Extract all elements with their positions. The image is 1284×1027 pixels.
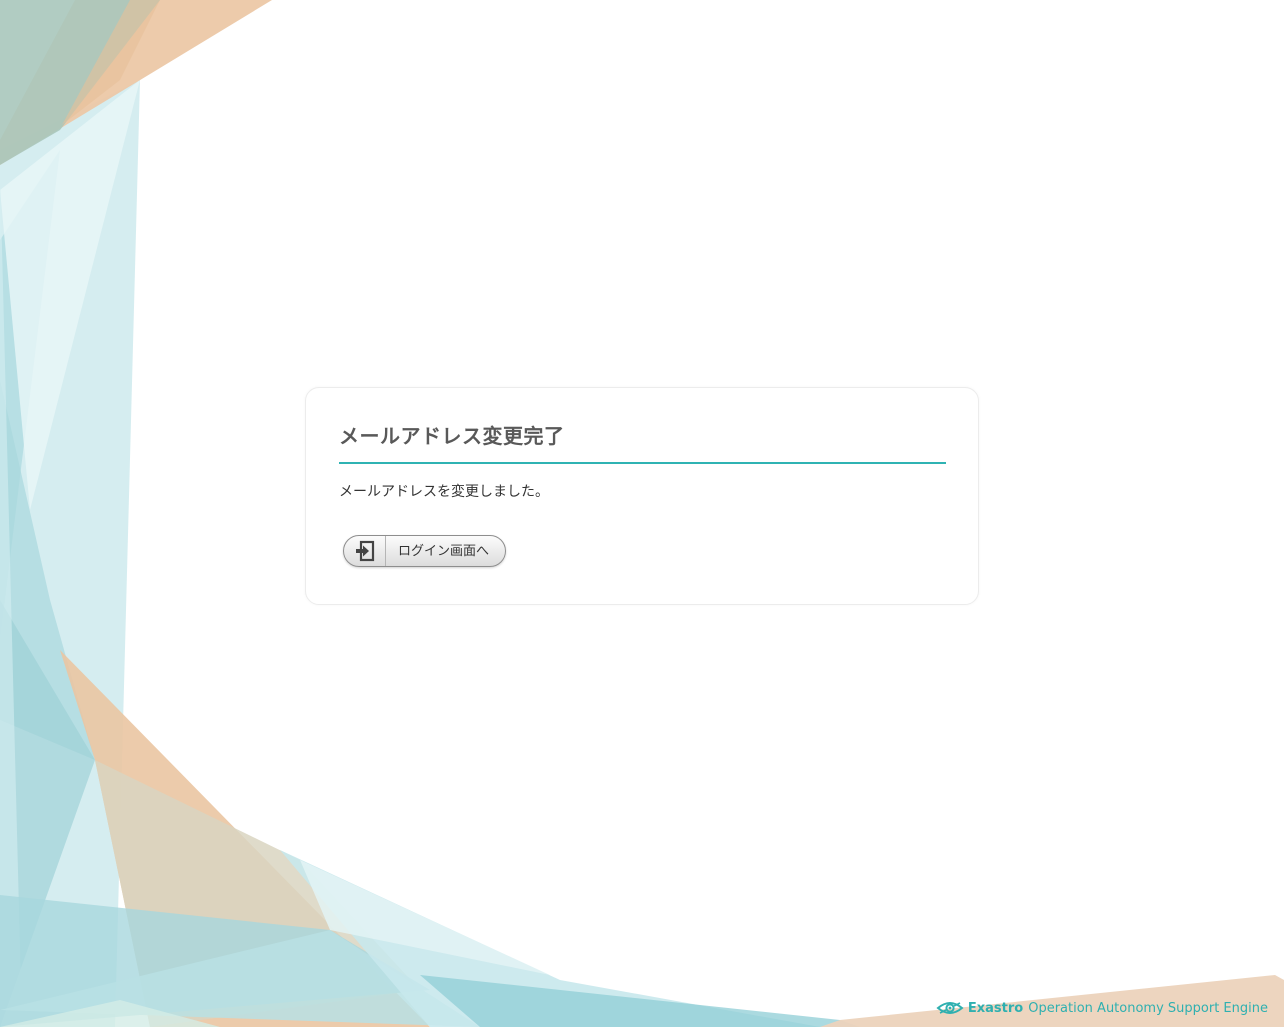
exastro-eye-logo [936,1002,964,1014]
login-button-label: ログイン画面へ [398,543,490,558]
completion-message: メールアドレスを変更しました。 [339,484,549,500]
brand-tagline: Operation Autonomy Support Engine [1028,1000,1268,1016]
login-screen-button[interactable]: ログイン画面へ [343,535,506,567]
completion-panel: メールアドレス変更完了 メールアドレスを変更しました。 ログイン画面へ [305,387,979,605]
login-arrow-icon [344,536,386,566]
brand-name: Exastro [967,1000,1024,1016]
title-divider [339,462,946,464]
footer-brand: Exastro Operation Autonomy Support Engin… [936,998,1268,1018]
page: メールアドレス変更完了 メールアドレスを変更しました。 ログイン画面へ Exas… [0,0,1284,1027]
panel-title: メールアドレス変更完了 [339,424,565,448]
